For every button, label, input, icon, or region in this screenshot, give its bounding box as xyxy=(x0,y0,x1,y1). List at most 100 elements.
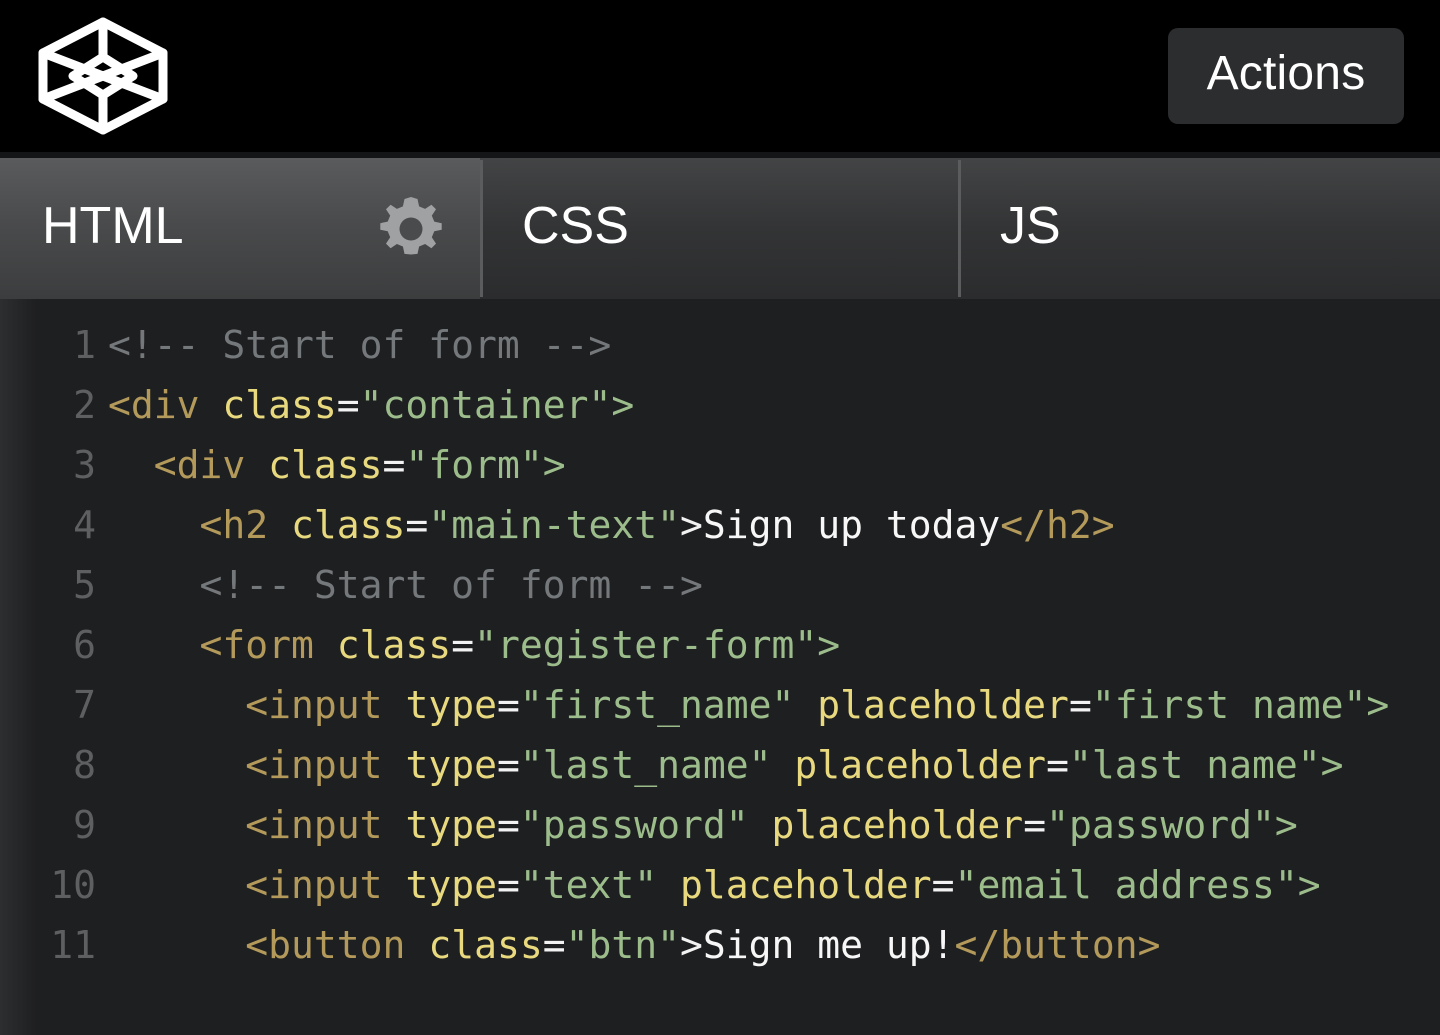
code-token-attr: type xyxy=(405,863,497,907)
line-number: 5 xyxy=(73,563,96,607)
code-token-tag: </h2> xyxy=(1000,503,1115,547)
code-token-tag: <input xyxy=(245,803,406,847)
code-token-tag: <input xyxy=(245,863,406,907)
code-token-text: Sign me up! xyxy=(702,923,955,967)
code-token-tag: <button xyxy=(245,923,429,967)
code-token-tag: <div xyxy=(153,443,269,487)
code-token-comment: <!-- Start of form --> xyxy=(199,563,703,607)
code-token-tag: <h2 xyxy=(199,503,292,547)
code-line-content[interactable]: <!-- Start of form --> xyxy=(108,555,1440,615)
line-number: 11 xyxy=(50,923,96,967)
code-token-string: "last name"> xyxy=(1068,743,1344,787)
code-line-content[interactable]: <input type="last_name" placeholder="las… xyxy=(108,735,1440,795)
line-number: 9 xyxy=(73,803,96,847)
code-token-attr: placeholder xyxy=(771,803,1024,847)
code-token-punct: = xyxy=(405,503,429,547)
tab-html[interactable]: HTML xyxy=(0,158,480,299)
line-number: 10 xyxy=(50,863,96,907)
tab-js-label: JS xyxy=(1000,196,1061,255)
code-line[interactable]: 1 <!-- Start of form --> xyxy=(0,315,1440,375)
code-line-content[interactable]: <div class="form"> xyxy=(108,435,1440,495)
code-token-attr: class xyxy=(428,923,543,967)
tab-html-label: HTML xyxy=(42,196,184,255)
code-token-punct: = xyxy=(542,923,566,967)
code-token-punct: = xyxy=(1046,743,1069,787)
code-token-punct: = xyxy=(931,863,955,907)
code-token-string: "email address"> xyxy=(954,863,1321,907)
line-number: 8 xyxy=(73,743,96,787)
code-token-attr: class xyxy=(336,623,452,667)
code-token-comment: <!-- Start of form --> xyxy=(108,323,612,367)
code-token-punct: > xyxy=(679,503,703,547)
codepen-editor-window: Actions HTML CSS JS 1 <!-- Start of form … xyxy=(0,0,1440,1035)
code-line[interactable]: 4 <h2 class="main-text">Sign up today</h… xyxy=(0,495,1440,555)
code-token-tag: <input xyxy=(245,743,406,787)
code-line-content[interactable]: <input type="password" placeholder="pass… xyxy=(108,795,1440,855)
app-header: Actions xyxy=(0,0,1440,152)
code-token-string: "password" xyxy=(519,803,772,847)
tab-divider xyxy=(958,160,961,297)
code-line-content[interactable]: <button class="btn">Sign me up!</button> xyxy=(108,915,1440,975)
code-line-list[interactable]: 1 <!-- Start of form --> 2 <div class="cont… xyxy=(0,299,1440,975)
code-token-string: "form"> xyxy=(405,443,566,487)
code-line-content[interactable]: <div class="container"> xyxy=(108,375,1440,435)
line-number: 6 xyxy=(73,623,96,667)
code-line-content[interactable]: <form class="register-form"> xyxy=(108,615,1440,675)
code-token-attr: type xyxy=(405,743,497,787)
tab-js[interactable]: JS xyxy=(958,158,1440,299)
actions-button[interactable]: Actions xyxy=(1168,28,1404,124)
code-token-punct: = xyxy=(496,863,520,907)
code-token-string: "first_name" xyxy=(519,683,818,727)
code-token-attr: type xyxy=(405,683,497,727)
code-line-content[interactable]: <!-- Start of form --> xyxy=(108,315,1440,375)
code-line[interactable]: 8 <input type="last_name" placeholder="l… xyxy=(0,735,1440,795)
code-token-string: "text" xyxy=(519,863,680,907)
code-line[interactable]: 10 <input type="text" placeholder="email… xyxy=(0,855,1440,915)
code-token-attr: placeholder xyxy=(794,743,1047,787)
line-number: 2 xyxy=(73,383,96,427)
code-token-punct: = xyxy=(496,803,520,847)
code-line[interactable]: 9 <input type="password" placeholder="pa… xyxy=(0,795,1440,855)
code-token-tag: <div xyxy=(108,383,223,427)
code-token-text: Sign up today xyxy=(702,503,1001,547)
code-token-punct: = xyxy=(1023,803,1047,847)
code-token-string: "main-text" xyxy=(428,503,680,547)
code-editor-pane[interactable]: 1 <!-- Start of form --> 2 <div class="cont… xyxy=(0,299,1440,1035)
code-line[interactable]: 2 <div class="container"> xyxy=(0,375,1440,435)
code-line[interactable]: 3 <div class="form"> xyxy=(0,435,1440,495)
code-token-attr: class xyxy=(268,443,383,487)
code-token-tag: <form xyxy=(199,623,337,667)
code-line-content[interactable]: <input type="first_name" placeholder="fi… xyxy=(108,675,1440,735)
codepen-logo-icon[interactable] xyxy=(34,15,172,137)
line-number: 7 xyxy=(73,683,96,727)
code-line[interactable]: 7 <input type="first_name" placeholder="… xyxy=(0,675,1440,735)
tab-divider xyxy=(480,160,483,297)
code-line[interactable]: 6 <form class="register-form"> xyxy=(0,615,1440,675)
code-token-punct: = xyxy=(496,743,520,787)
code-token-punct: = xyxy=(451,623,475,667)
code-token-string: "password"> xyxy=(1046,803,1298,847)
code-token-string: "register-form"> xyxy=(474,623,841,667)
code-token-attr: type xyxy=(405,803,497,847)
code-line[interactable]: 5 <!-- Start of form --> xyxy=(0,555,1440,615)
editor-tab-bar: HTML CSS JS xyxy=(0,158,1440,299)
tab-css[interactable]: CSS xyxy=(480,158,958,299)
code-line[interactable]: 11 <button class="btn">Sign me up!</butt… xyxy=(0,915,1440,975)
code-line-content[interactable]: <input type="text" placeholder="email ad… xyxy=(108,855,1440,915)
code-token-tag: <input xyxy=(245,683,406,727)
code-token-string: "last_name" xyxy=(519,743,795,787)
code-token-string: "container"> xyxy=(359,383,635,427)
code-line-content[interactable]: <h2 class="main-text">Sign up today</h2> xyxy=(108,495,1440,555)
line-number: 4 xyxy=(73,503,96,547)
gear-icon[interactable] xyxy=(374,192,448,266)
code-token-punct: > xyxy=(679,923,703,967)
line-number: 3 xyxy=(73,443,96,487)
code-token-attr: placeholder xyxy=(817,683,1069,727)
code-token-attr: class xyxy=(291,503,406,547)
